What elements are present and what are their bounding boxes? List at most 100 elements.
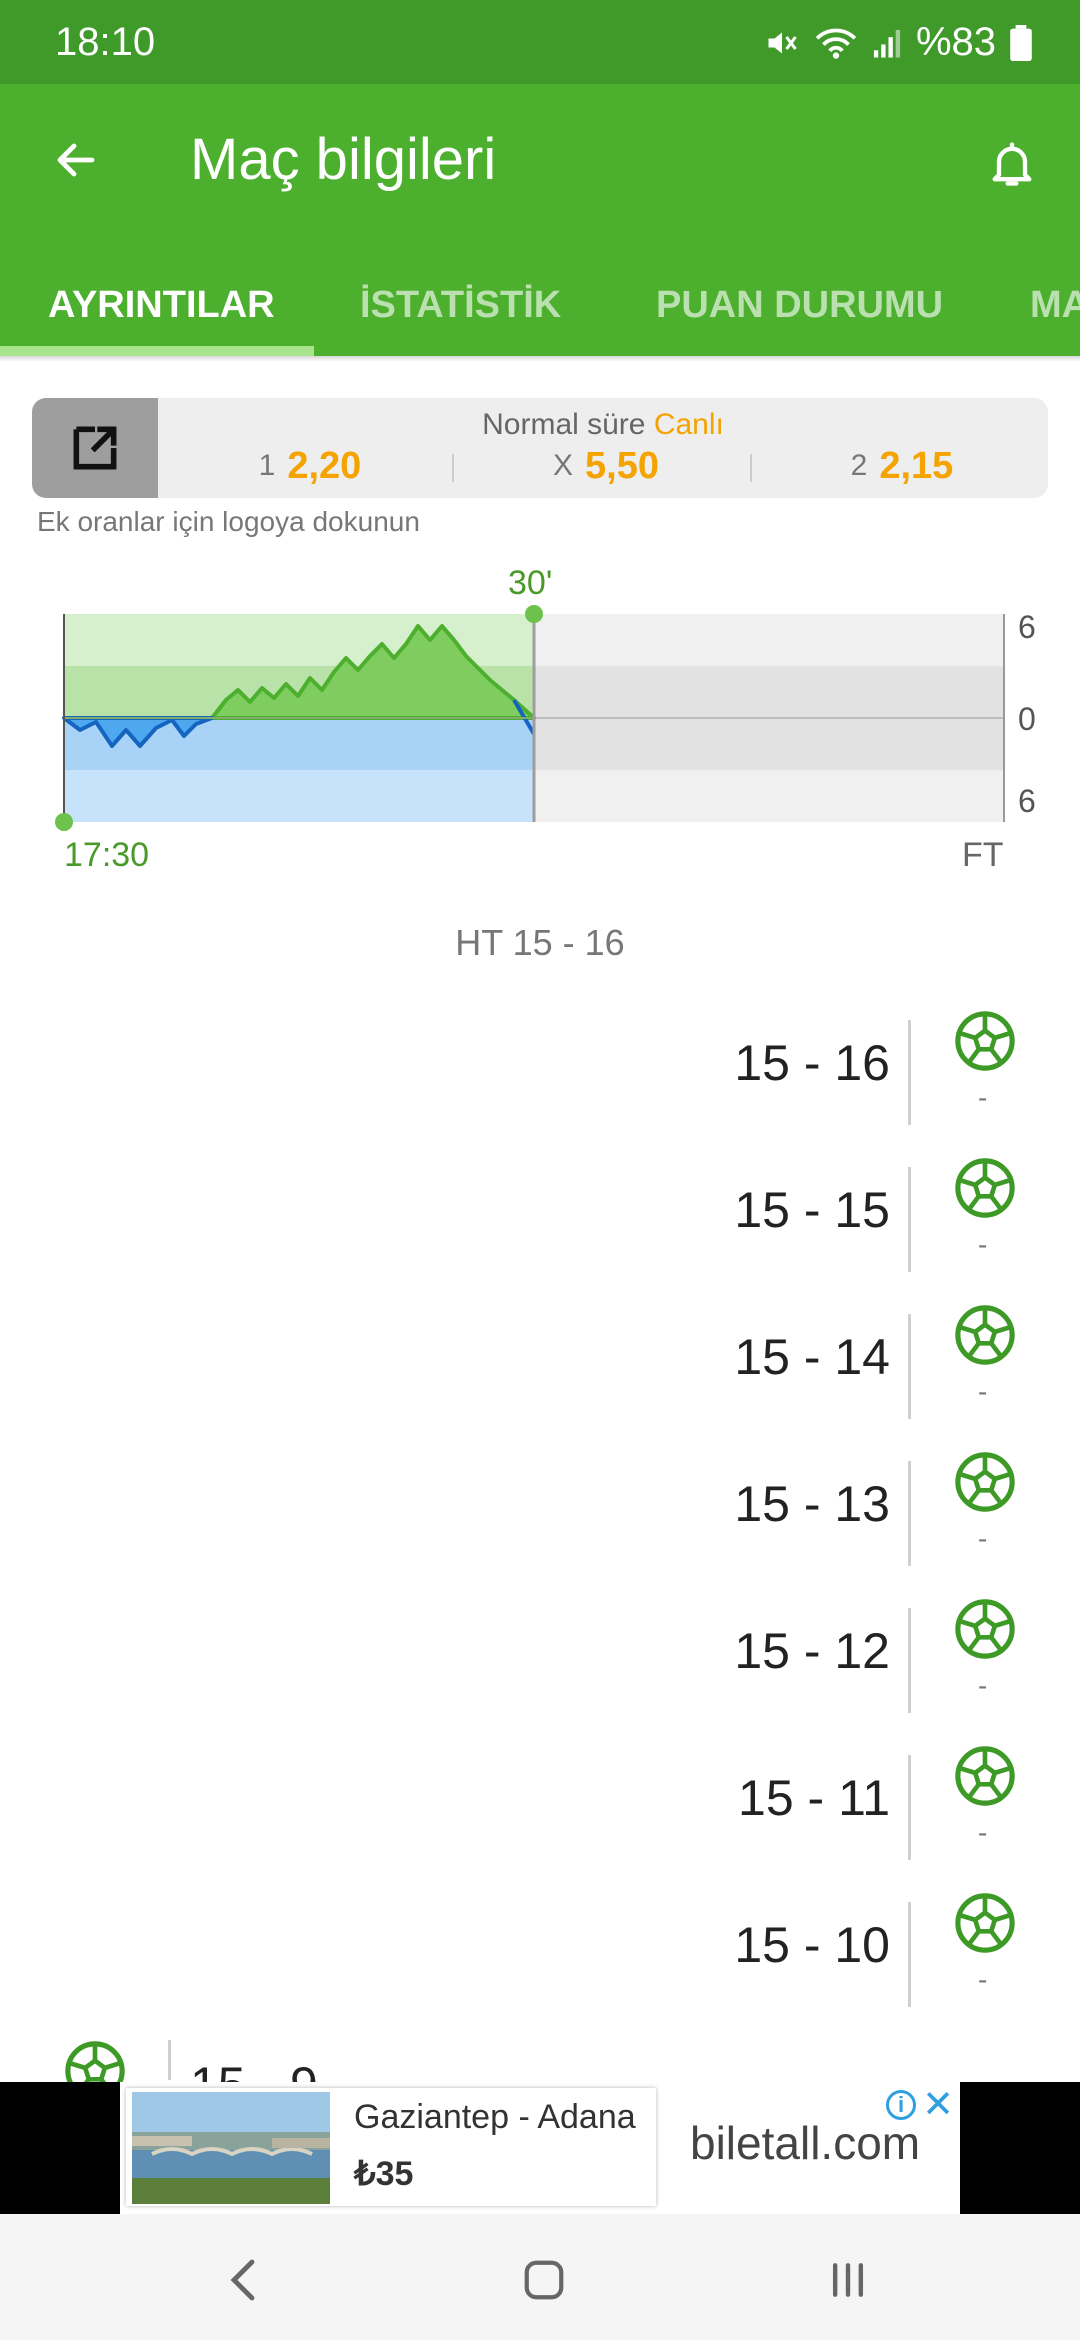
event-divider <box>908 1461 911 1566</box>
event-divider <box>908 1167 911 1272</box>
event-divider <box>908 1608 911 1713</box>
odds-box[interactable]: Normal süre Canlı 1 2,20 X 5,50 2 2,15 <box>32 398 1048 498</box>
current-time-marker <box>525 605 543 623</box>
event-row[interactable]: 15 - 11 - <box>0 1745 1080 1892</box>
odds-logo-button[interactable] <box>32 398 158 498</box>
event-detail: - <box>978 1082 988 1113</box>
event-row[interactable]: 15 - 10 - <box>0 1892 1080 2039</box>
event-row[interactable]: 15 - 16 - <box>0 1010 1080 1157</box>
event-divider <box>908 1020 911 1125</box>
odds-away-value: 2,15 <box>879 444 954 487</box>
ad-card[interactable]: Gaziantep - Adana ₺35 <box>126 2088 656 2206</box>
event-divider <box>908 1755 911 1860</box>
tab-statistics[interactable]: İSTATİSTİK <box>360 254 561 356</box>
recents-icon <box>832 2263 864 2297</box>
handball-icon <box>955 1305 1015 1365</box>
odds-home-key: 1 <box>258 449 276 482</box>
event-detail: - <box>978 1817 988 1848</box>
scale-zero-label: 0 <box>1018 701 1036 737</box>
odds-home[interactable]: 1 2,20 <box>162 444 458 488</box>
start-time-marker <box>55 813 73 831</box>
event-detail: - <box>978 1523 988 1554</box>
ad-domain[interactable]: biletall.com <box>690 2116 920 2170</box>
event-detail: - <box>978 1964 988 1995</box>
wifi-icon <box>815 28 857 59</box>
status-icons: %83 <box>764 20 1032 65</box>
back-button[interactable] <box>40 124 112 196</box>
event-score: 15 - 15 <box>734 1182 890 1238</box>
ad-info-icon[interactable]: i <box>886 2090 916 2120</box>
event-divider <box>168 2040 171 2080</box>
home-square-icon <box>524 2260 564 2300</box>
start-time-label: 17:30 <box>64 836 149 874</box>
odds-period: Normal süre <box>482 408 646 441</box>
away-band-light <box>64 770 534 822</box>
future-band-3 <box>534 718 1004 770</box>
odds-draw-value: 5,50 <box>585 444 659 487</box>
odds-draw[interactable]: X 5,50 <box>458 444 754 488</box>
event-row[interactable]: 15 - 14 - <box>0 1304 1080 1451</box>
event-row[interactable]: 15 - 12 - <box>0 1598 1080 1745</box>
odds-hint: Ek oranlar için logoya dokunun <box>37 506 420 537</box>
ad-content[interactable]: Gaziantep - Adana ₺35 biletall.com i ✕ <box>120 2082 960 2214</box>
tab-details[interactable]: AYRINTILAR <box>48 254 275 356</box>
app-bar: Maç bilgileri AYRINTILAR İSTATİSTİK PUAN… <box>0 84 1080 356</box>
event-divider <box>908 1314 911 1419</box>
event-detail: - <box>978 1229 988 1260</box>
tab-bar: AYRINTILAR İSTATİSTİK PUAN DURUMU MA <box>0 254 1080 356</box>
event-row[interactable]: 15 - 15 - <box>0 1157 1080 1304</box>
current-minute-label: 30' <box>508 564 552 602</box>
external-link-icon <box>73 426 117 470</box>
odds-separator <box>452 454 454 482</box>
battery-icon <box>1010 24 1032 61</box>
odds-draw-key: X <box>553 449 574 482</box>
event-score: 15 - 11 <box>738 1770 890 1826</box>
notification-button[interactable] <box>972 124 1052 204</box>
odds-live-badge: Canlı <box>653 408 724 441</box>
nav-recents-button[interactable] <box>808 2240 888 2320</box>
event-score: 15 - 12 <box>734 1623 890 1679</box>
odds-separator <box>750 454 752 482</box>
scale-bottom-label: 6 <box>1018 783 1036 819</box>
handball-icon <box>955 1158 1015 1218</box>
status-time: 18:10 <box>55 20 156 64</box>
handball-icon <box>955 1011 1015 1071</box>
arrow-left-icon <box>57 143 95 177</box>
tab-more[interactable]: MA <box>1030 254 1080 356</box>
odds-title: Normal süre Canlı <box>158 408 1048 442</box>
momentum-chart: 6 0 6 30' 17:30 FT <box>55 564 1036 874</box>
system-nav-bar <box>0 2214 1080 2340</box>
event-detail: - <box>978 1670 988 1701</box>
event-divider <box>908 1902 911 2007</box>
active-tab-indicator <box>0 346 314 356</box>
bell-icon <box>992 142 1032 186</box>
ad-banner[interactable]: Gaziantep - Adana ₺35 biletall.com i ✕ <box>0 2082 1080 2214</box>
ad-route: Gaziantep - Adana <box>354 2098 636 2136</box>
handball-icon <box>955 1599 1015 1659</box>
battery-percent: %83 <box>915 20 996 64</box>
momentum-graph: 6 0 6 30' 17:30 FT <box>0 560 1080 880</box>
handball-icon <box>955 1893 1015 1953</box>
future-band-1 <box>534 614 1004 666</box>
halftime-score: HT 15 - 16 <box>455 922 625 963</box>
scale-top-label: 6 <box>1018 609 1036 645</box>
appbar-shadow <box>0 356 1080 362</box>
ad-price: ₺35 <box>354 2155 414 2193</box>
odds-home-value: 2,20 <box>287 444 362 487</box>
handball-icon <box>955 1452 1015 1512</box>
ad-close-icon[interactable]: ✕ <box>922 2086 954 2124</box>
full-time-label: FT <box>962 836 1004 874</box>
odds-away[interactable]: 2 2,15 <box>754 444 1048 488</box>
event-row[interactable]: 15 - 13 - <box>0 1451 1080 1598</box>
event-score: 15 - 10 <box>734 1917 890 1973</box>
nav-back-button[interactable] <box>204 2240 284 2320</box>
ad-city-image <box>132 2092 330 2204</box>
page-title: Maç bilgileri <box>190 127 497 192</box>
signal-icon <box>873 29 901 58</box>
future-band-2 <box>534 666 1004 718</box>
tab-standings[interactable]: PUAN DURUMU <box>656 254 943 356</box>
odds-away-key: 2 <box>850 449 868 482</box>
nav-home-button[interactable] <box>504 2240 584 2320</box>
future-band-4 <box>534 770 1004 822</box>
mute-icon <box>768 32 797 53</box>
